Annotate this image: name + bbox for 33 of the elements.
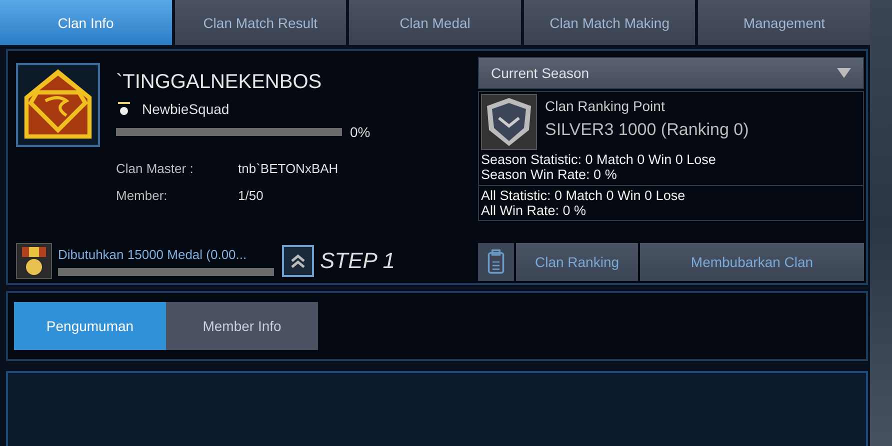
detail-value: 1/50 <box>238 188 264 203</box>
step-label: STEP 1 <box>320 248 395 274</box>
action-button[interactable]: Membubarkan Clan <box>640 243 864 281</box>
detail-label: Member: <box>116 188 168 203</box>
action-button[interactable]: Clan Ranking <box>516 243 638 281</box>
season-stat: Season Win Rate: 0 % <box>480 167 618 182</box>
tab[interactable]: Member Info <box>166 302 318 350</box>
step-up-button[interactable] <box>282 245 314 277</box>
tab[interactable]: Clan Match Result <box>174 0 346 45</box>
all-stat: All Win Rate: 0 % <box>480 203 588 218</box>
emblem-icon <box>16 63 100 147</box>
exp-reading: 0% <box>350 124 370 140</box>
ranking-point-label: Clan Ranking Point <box>545 98 666 114</box>
dropdown-arrow-icon <box>837 68 851 78</box>
tab[interactable]: Clan Match Making <box>524 0 696 45</box>
tab[interactable]: Pengumuman <box>14 302 166 350</box>
shield-icon <box>481 94 537 150</box>
ranking-point-value: SILVER3 1000 (Ranking 0) <box>545 120 749 140</box>
medal-requirement: Dibutuhkan 15000 Medal (0.00... <box>58 246 248 262</box>
rank-name: NewbieSquad <box>142 101 230 117</box>
medal-icon <box>16 243 52 279</box>
tab[interactable]: Clan Info <box>0 0 172 45</box>
rank-icon <box>116 100 132 118</box>
clan-name: `TINGGALNEKENBOS <box>116 71 323 94</box>
clipboard-icon <box>487 249 505 275</box>
clipboard-button[interactable] <box>478 243 514 281</box>
season-dropdown[interactable]: Current Season <box>478 57 864 89</box>
detail-label: Clan Master : <box>116 161 194 176</box>
tab[interactable]: Management <box>698 0 870 45</box>
season-stat: Season Statistic: 0 Match 0 Win 0 Lose <box>480 152 717 167</box>
detail-value: tnb`BETONxBAH <box>238 161 338 176</box>
tab[interactable]: Clan Medal <box>349 0 521 45</box>
all-stat: All Statistic: 0 Match 0 Win 0 Lose <box>480 188 686 203</box>
